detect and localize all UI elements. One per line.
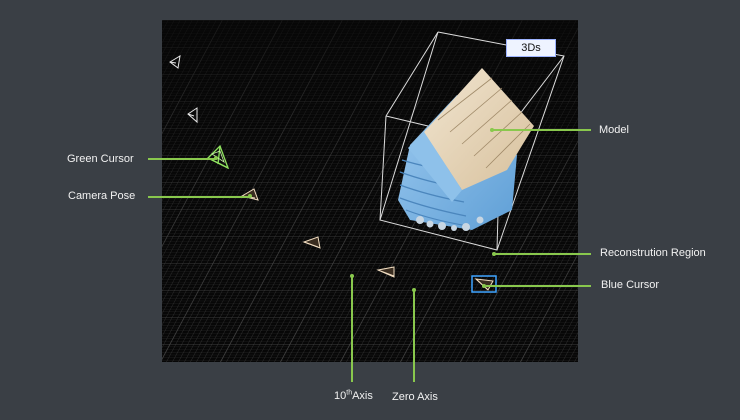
app-canvas: 3Ds Green Cursor Camera Pose Model Recon… (0, 0, 740, 420)
3d-scene (162, 20, 578, 362)
camera-pose-label: Camera Pose (68, 190, 136, 202)
model-leader (492, 129, 591, 131)
3d-viewport[interactable] (162, 20, 578, 362)
floor-fade (162, 20, 578, 362)
tenth-axis-number: 10 (334, 390, 347, 402)
model-label: Model (599, 124, 629, 136)
blue-cursor-leader (486, 285, 591, 287)
camera-pose-leader (148, 196, 250, 198)
zero-axis-leader (413, 290, 415, 382)
tenth-axis-leader (351, 276, 353, 382)
tenth-axis-text: Axis (352, 390, 373, 402)
reconstruction-region-leader (494, 253, 591, 255)
view-mode-badge[interactable]: 3Ds (506, 39, 556, 57)
green-cursor-leader (148, 158, 216, 160)
tenth-axis-label: 10thAxis (334, 389, 373, 403)
zero-axis-label: Zero Axis (392, 391, 438, 403)
green-cursor-label: Green Cursor (67, 153, 134, 165)
reconstruction-region-label: Reconstrution Region (600, 247, 706, 259)
blue-cursor-label: Blue Cursor (601, 279, 660, 291)
